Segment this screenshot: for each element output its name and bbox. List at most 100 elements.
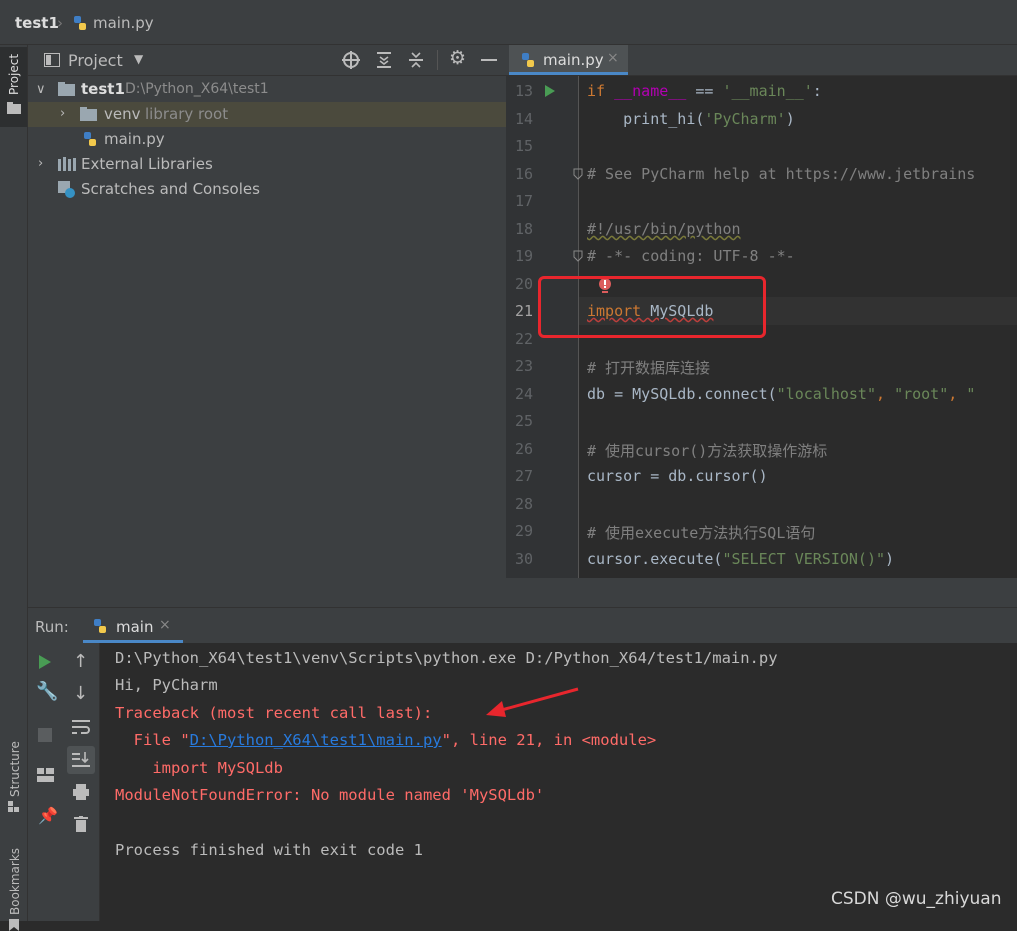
code-line-23: # 打开数据库连接: [587, 359, 711, 377]
hide-icon[interactable]: [481, 59, 497, 61]
watermark: CSDN @wu_zhiyuan: [831, 889, 1002, 909]
rerun-icon[interactable]: [38, 654, 52, 670]
code-line-24: db = MySQLdb.connect("localhost", "root"…: [587, 385, 976, 403]
line-number: 20: [514, 275, 533, 293]
folder-icon: [58, 82, 75, 96]
console-traceback-file-line: File "D:\Python_X64\test1\main.py", line…: [115, 731, 657, 749]
close-icon[interactable]: ×: [607, 50, 619, 66]
scratches-icon: [58, 181, 75, 198]
arrow-down-icon[interactable]: ↓: [73, 683, 88, 704]
tree-item-label: External Libraries: [81, 155, 213, 173]
annotation-arrow-icon: [486, 687, 579, 717]
run-gutter-icon[interactable]: [544, 84, 556, 98]
fold-marker-icon[interactable]: [573, 250, 583, 262]
highlight-annotation-box: [538, 276, 766, 338]
line-number: 17: [514, 192, 533, 210]
project-tool-label[interactable]: Project: [7, 54, 21, 95]
tree-item-venv[interactable]: › venv library root: [28, 102, 506, 127]
project-view-icon: [44, 53, 60, 67]
line-number: 29: [514, 522, 533, 540]
close-icon[interactable]: ×: [159, 617, 171, 633]
tree-item-test1[interactable]: ∨ test1 D:\Python_X64\test1: [28, 77, 506, 102]
python-run-icon: [94, 619, 106, 633]
python-file-icon: [74, 16, 86, 30]
divider: [437, 50, 438, 70]
collapse-all-icon[interactable]: [407, 51, 425, 69]
tree-item-external-libraries[interactable]: › External Libraries: [28, 152, 506, 177]
locate-icon[interactable]: [342, 51, 360, 69]
code-line-26: # 使用cursor()方法获取操作游标: [587, 442, 828, 460]
run-toolbar-secondary: ↑ ↓: [62, 643, 100, 921]
stop-icon[interactable]: [38, 728, 52, 742]
trash-icon[interactable]: [74, 816, 88, 832]
line-number: 23: [514, 357, 533, 375]
editor-bottom-area: [506, 578, 1017, 607]
structure-tool-label[interactable]: Structure: [8, 741, 22, 797]
code-line-27: cursor = db.cursor(): [587, 467, 768, 485]
expand-all-icon[interactable]: [375, 51, 393, 69]
tree-item-main-py[interactable]: main.py: [28, 127, 506, 152]
line-number: 30: [514, 550, 533, 568]
folder-icon: [7, 102, 21, 114]
tree-item-label: main.py: [104, 130, 165, 148]
chevron-down-icon[interactable]: ∨: [36, 82, 46, 97]
code-line-16: # See PyCharm help at https://www.jetbra…: [587, 165, 976, 183]
breadcrumb-project[interactable]: test1: [15, 14, 59, 32]
python-file-icon: [84, 132, 96, 146]
console-file-link[interactable]: D:\Python_X64\test1\main.py: [190, 731, 442, 749]
structure-icon: [8, 801, 19, 812]
chevron-right-icon[interactable]: ›: [38, 156, 43, 171]
layout-icon[interactable]: [37, 768, 54, 782]
navigation-bar: test1 › main.py: [0, 0, 1017, 45]
chevron-right-icon[interactable]: ›: [60, 106, 65, 121]
editor-tab-label[interactable]: main.py: [543, 51, 604, 69]
project-panel-header: Project ▼ ⚙: [28, 45, 506, 76]
python-file-icon: [522, 53, 534, 67]
bookmarks-tool-label[interactable]: Bookmarks: [8, 848, 22, 915]
console-exit-line: Process finished with exit code 1: [115, 841, 423, 859]
fold-marker-icon[interactable]: [573, 168, 583, 180]
run-panel-header: Run: main ×: [28, 607, 1017, 643]
line-number: 16: [514, 165, 533, 183]
tree-item-scratches[interactable]: Scratches and Consoles: [28, 177, 506, 202]
breadcrumb-separator-icon: ›: [57, 14, 63, 32]
project-panel-title[interactable]: Project: [68, 51, 123, 70]
left-tool-stripe: Project Structure Bookmarks: [0, 45, 28, 931]
tree-item-label: venv: [104, 105, 141, 123]
line-number: 13: [514, 82, 533, 100]
pin-icon[interactable]: 📌: [38, 806, 58, 825]
line-number: 27: [514, 467, 533, 485]
tree-item-detail: library root: [145, 105, 229, 123]
line-number: 24: [514, 385, 533, 403]
chevron-down-icon[interactable]: ▼: [134, 52, 143, 66]
run-tab-label[interactable]: main: [116, 618, 153, 636]
arrow-up-icon[interactable]: ↑: [73, 651, 88, 672]
line-number: 21: [514, 302, 533, 320]
gear-icon[interactable]: ⚙: [449, 47, 466, 69]
code-line-13: if __name__ == '__main__':: [587, 82, 822, 100]
console-traceback-code-line: import MySQLdb: [115, 759, 283, 777]
line-number: 19: [514, 247, 533, 265]
code-line-30: cursor.execute("SELECT VERSION()"): [587, 550, 895, 568]
breadcrumb-file[interactable]: main.py: [93, 14, 154, 32]
code-line-29: # 使用execute方法执行SQL语句: [587, 524, 816, 542]
console-output-line: Hi, PyCharm: [115, 676, 218, 694]
line-number: 14: [514, 110, 533, 128]
wrench-icon[interactable]: 🔧: [36, 681, 58, 702]
code-line-14: print_hi('PyCharm'): [587, 110, 795, 128]
library-icon: [58, 157, 76, 171]
scroll-to-end-icon[interactable]: [72, 752, 90, 768]
console-traceback-line: Traceback (most recent call last):: [115, 704, 433, 722]
folder-icon: [80, 107, 97, 121]
line-number: 15: [514, 137, 533, 155]
editor-tab-bar: main.py ×: [506, 45, 1017, 76]
run-toolbar-primary: 🔧 📌: [28, 643, 62, 921]
tree-item-path: D:\Python_X64\test1: [125, 81, 269, 97]
soft-wrap-icon[interactable]: [72, 719, 90, 735]
line-number: 26: [514, 440, 533, 458]
console-command-line: D:\Python_X64\test1\venv\Scripts\python.…: [115, 649, 778, 667]
line-number: 25: [514, 412, 533, 430]
run-label: Run:: [35, 618, 69, 636]
print-icon[interactable]: [73, 784, 89, 800]
console-error-line: ModuleNotFoundError: No module named 'My…: [115, 786, 545, 804]
